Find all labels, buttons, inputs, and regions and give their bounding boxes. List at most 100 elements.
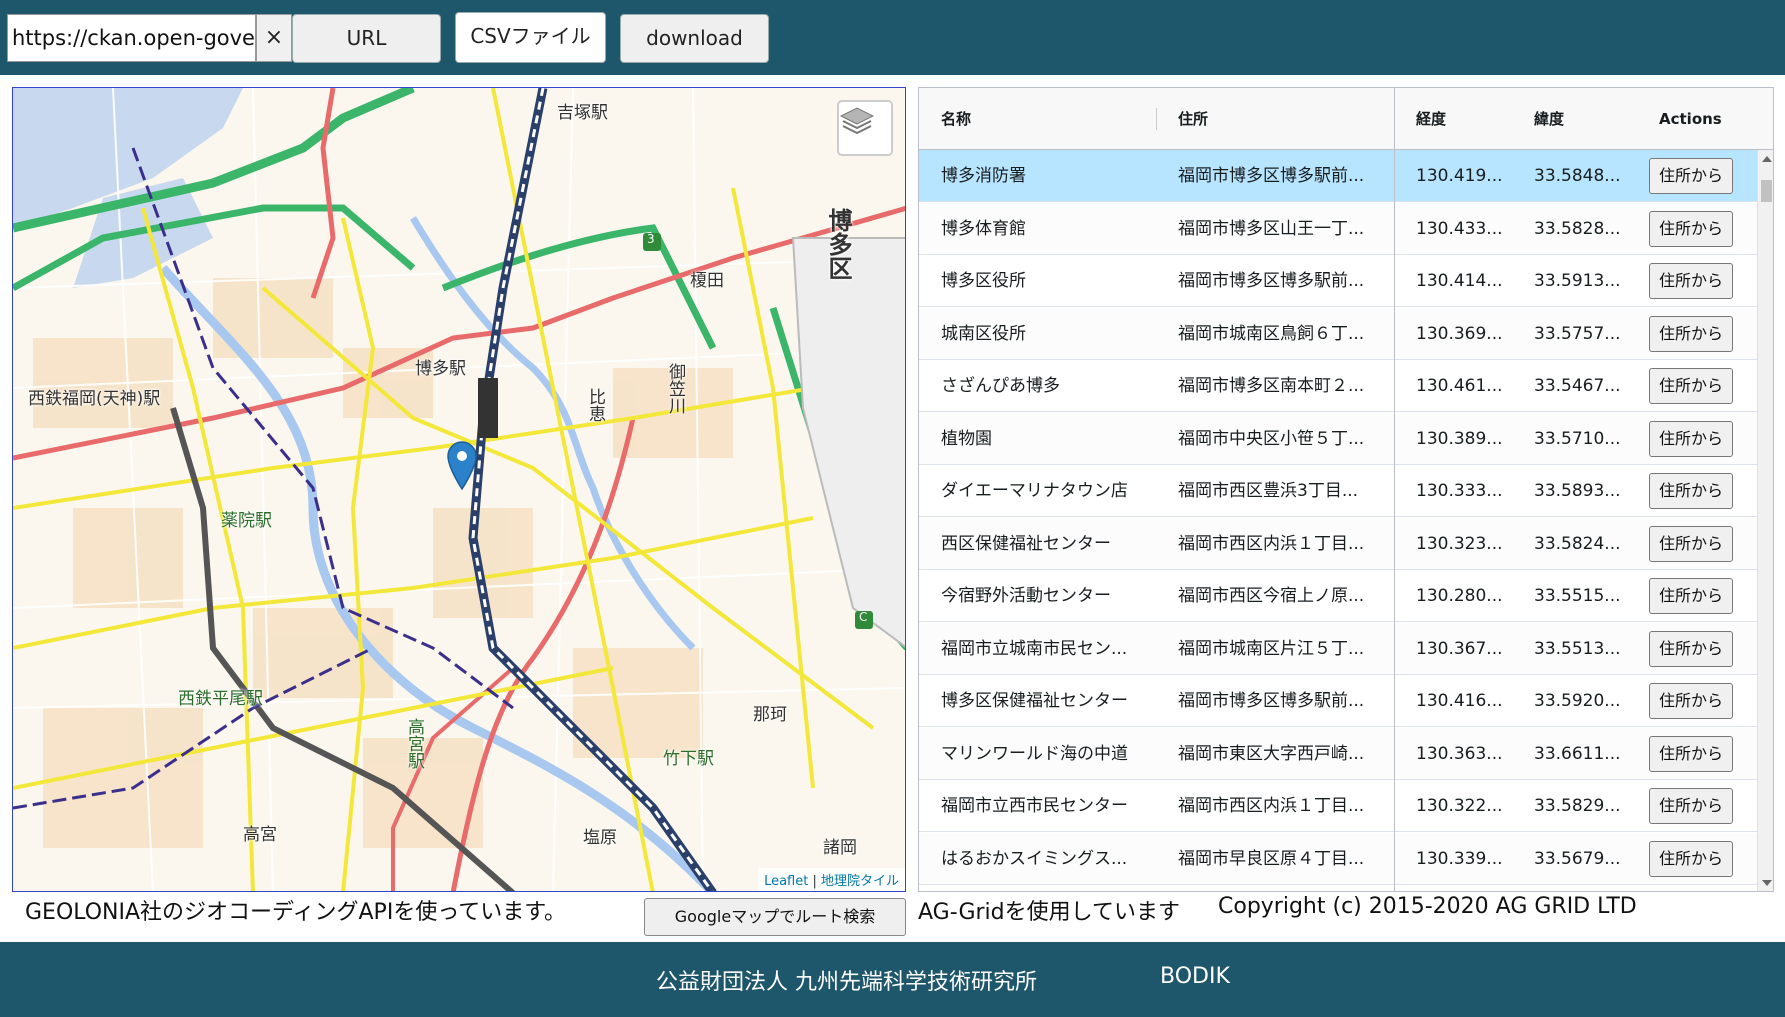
- cell-name[interactable]: 博多区保健福祉センター: [919, 675, 1156, 727]
- cell-latitude[interactable]: 33.5824...: [1512, 518, 1630, 570]
- google-route-button[interactable]: Googleマップでルート検索: [644, 898, 906, 936]
- geocode-from-address-button[interactable]: 住所から: [1649, 158, 1733, 194]
- cell-longitude[interactable]: 130.367...: [1394, 623, 1512, 675]
- cell-latitude[interactable]: 33.5710...: [1512, 413, 1630, 465]
- load-url-button[interactable]: URL: [292, 14, 441, 63]
- layers-control-button[interactable]: [837, 100, 893, 156]
- cell-address[interactable]: 福岡市西区今宿上ノ原...: [1156, 570, 1394, 622]
- table-row[interactable]: 植物園 福岡市中央区小笹５丁... 130.389... 33.5710... 住所から: [919, 412, 1757, 465]
- header-latitude[interactable]: 緯度: [1512, 88, 1630, 150]
- geocode-from-address-button[interactable]: 住所から: [1649, 735, 1733, 772]
- cell-name[interactable]: 博多体育館: [919, 203, 1156, 255]
- geocode-from-address-button[interactable]: 住所から: [1649, 788, 1733, 824]
- geocode-from-address-button[interactable]: 住所から: [1649, 840, 1733, 877]
- table-row[interactable]: 博多区保健福祉センター 福岡市博多区博多駅前... 130.416... 33.592…: [919, 675, 1757, 727]
- cell-address[interactable]: 福岡市中央区小笹５丁...: [1156, 413, 1394, 465]
- cell-longitude[interactable]: 130.323...: [1394, 518, 1512, 570]
- cell-address[interactable]: 福岡市東区大字西戸崎...: [1156, 728, 1394, 780]
- map-marker-icon[interactable]: [446, 440, 478, 490]
- cell-name[interactable]: マリンワールド海の中道: [919, 728, 1156, 780]
- geocode-from-address-button[interactable]: 住所から: [1649, 368, 1733, 404]
- geocode-from-address-button[interactable]: 住所から: [1649, 683, 1733, 719]
- cell-longitude[interactable]: 130.363...: [1394, 728, 1512, 780]
- cell-name[interactable]: 西区保健福祉センター: [919, 518, 1156, 570]
- table-row[interactable]: 福岡市立城南市民セン... 福岡市城南区片江５丁... 130.367... 33.5…: [919, 622, 1757, 675]
- table-row[interactable]: 西区保健福祉センター 福岡市西区内浜１丁目... 130.323... 33.5824…: [919, 517, 1757, 570]
- cell-address[interactable]: 福岡市博多区山王一丁...: [1156, 203, 1394, 255]
- cell-address[interactable]: 福岡市西区豊浜3丁目...: [1156, 465, 1394, 517]
- cell-latitude[interactable]: 33.5679...: [1512, 833, 1630, 885]
- grid-vertical-scrollbar[interactable]: [1757, 150, 1773, 891]
- cell-name[interactable]: 博多消防署: [919, 150, 1156, 202]
- cell-address[interactable]: 福岡市西区内浜１丁目...: [1156, 518, 1394, 570]
- cell-name[interactable]: はるおかスイミングス...: [919, 833, 1156, 885]
- cell-latitude[interactable]: 33.5467...: [1512, 360, 1630, 412]
- cell-latitude[interactable]: 33.5920...: [1512, 675, 1630, 727]
- table-row[interactable]: 博多体育館 福岡市博多区山王一丁... 130.433... 33.5828... 住所…: [919, 202, 1757, 255]
- geocode-from-address-button[interactable]: 住所から: [1649, 210, 1733, 247]
- scroll-down-icon[interactable]: [1762, 880, 1772, 886]
- table-row[interactable]: 今宿野外活動センター 福岡市西区今宿上ノ原... 130.280... 33.5515…: [919, 570, 1757, 622]
- cell-latitude[interactable]: 33.5513...: [1512, 623, 1630, 675]
- clear-url-button[interactable]: ×: [256, 14, 292, 62]
- table-row[interactable]: ダイエーマリナタウン店 福岡市西区豊浜3丁目... 130.333... 33.589…: [919, 465, 1757, 517]
- cell-longitude[interactable]: 130.280...: [1394, 570, 1512, 622]
- cell-latitude[interactable]: 33.6611...: [1512, 728, 1630, 780]
- cell-longitude[interactable]: 130.419...: [1394, 150, 1512, 202]
- cell-name[interactable]: 福岡市立西市民センター: [919, 780, 1156, 832]
- table-row[interactable]: 博多消防署 福岡市博多区博多駅前... 130.419... 33.5848... 住所…: [919, 150, 1757, 202]
- cell-longitude[interactable]: 130.339...: [1394, 833, 1512, 885]
- cell-name[interactable]: 今宿野外活動センター: [919, 570, 1156, 622]
- table-row[interactable]: 城南区役所 福岡市城南区鳥飼６丁... 130.369... 33.5757... 住所…: [919, 307, 1757, 360]
- cell-longitude[interactable]: 130.416...: [1394, 675, 1512, 727]
- cell-latitude[interactable]: 33.5913...: [1512, 255, 1630, 307]
- cell-name[interactable]: さざんぴあ博多: [919, 360, 1156, 412]
- geocode-from-address-button[interactable]: 住所から: [1649, 578, 1733, 614]
- download-button[interactable]: download: [620, 14, 769, 63]
- header-address[interactable]: 住所: [1156, 88, 1393, 150]
- cell-longitude[interactable]: 130.433...: [1394, 203, 1512, 255]
- csv-file-button[interactable]: CSVファイル: [455, 12, 606, 63]
- header-actions[interactable]: Actions: [1629, 88, 1757, 150]
- footer-bodik-link[interactable]: BODIK: [1160, 964, 1230, 989]
- cell-longitude[interactable]: 130.389...: [1394, 413, 1512, 465]
- geocode-from-address-button[interactable]: 住所から: [1649, 263, 1733, 299]
- cell-name[interactable]: 城南区役所: [919, 308, 1156, 360]
- cell-name[interactable]: ダイエーマリナタウン店: [919, 465, 1156, 517]
- geocode-from-address-button[interactable]: 住所から: [1649, 525, 1733, 562]
- geocode-from-address-button[interactable]: 住所から: [1649, 315, 1733, 352]
- table-row[interactable]: さざんぴあ博多 福岡市博多区南本町２... 130.461... 33.5467...…: [919, 360, 1757, 412]
- geocode-from-address-button[interactable]: 住所から: [1649, 630, 1733, 667]
- cell-address[interactable]: 福岡市博多区博多駅前...: [1156, 255, 1394, 307]
- cell-latitude[interactable]: 33.5893...: [1512, 465, 1630, 517]
- cell-latitude[interactable]: 33.5515...: [1512, 570, 1630, 622]
- cell-address[interactable]: 福岡市博多区博多駅前...: [1156, 150, 1394, 202]
- footer-org-link[interactable]: 公益財団法人 九州先端科学技術研究所: [656, 964, 1037, 996]
- cell-name[interactable]: 福岡市立城南市民セン...: [919, 623, 1156, 675]
- table-row[interactable]: 福岡市立西市民センター 福岡市西区内浜１丁目... 130.322... 33.582…: [919, 780, 1757, 832]
- header-longitude[interactable]: 経度: [1394, 88, 1512, 150]
- table-row[interactable]: 博多区役所 福岡市博多区博多駅前... 130.414... 33.5913... 住所…: [919, 255, 1757, 307]
- cell-address[interactable]: 福岡市博多区南本町２...: [1156, 360, 1394, 412]
- table-row[interactable]: マリンワールド海の中道 福岡市東区大字西戸崎... 130.363... 33.661…: [919, 727, 1757, 780]
- cell-longitude[interactable]: 130.461...: [1394, 360, 1512, 412]
- csv-url-input[interactable]: https://ckan.open-governme: [7, 14, 256, 62]
- cell-address[interactable]: 福岡市西区内浜１丁目...: [1156, 780, 1394, 832]
- gsi-tiles-link[interactable]: 地理院タイル: [821, 874, 899, 889]
- cell-longitude[interactable]: 130.414...: [1394, 255, 1512, 307]
- cell-address[interactable]: 福岡市城南区片江５丁...: [1156, 623, 1394, 675]
- table-row[interactable]: はるおかスイミングス... 福岡市早良区原４丁目... 130.339... 33.5…: [919, 832, 1757, 885]
- cell-name[interactable]: 植物園: [919, 413, 1156, 465]
- cell-latitude[interactable]: 33.5848...: [1512, 150, 1630, 202]
- cell-address[interactable]: 福岡市早良区原４丁目...: [1156, 833, 1394, 885]
- cell-longitude[interactable]: 130.369...: [1394, 308, 1512, 360]
- cell-longitude[interactable]: 130.333...: [1394, 465, 1512, 517]
- geocode-from-address-button[interactable]: 住所から: [1649, 473, 1733, 509]
- scroll-thumb[interactable]: [1761, 180, 1772, 202]
- cell-address[interactable]: 福岡市城南区鳥飼６丁...: [1156, 308, 1394, 360]
- cell-latitude[interactable]: 33.5757...: [1512, 308, 1630, 360]
- cell-address[interactable]: 福岡市博多区博多駅前...: [1156, 675, 1394, 727]
- leaflet-link[interactable]: Leaflet: [764, 874, 808, 889]
- cell-name[interactable]: 博多区役所: [919, 255, 1156, 307]
- cell-latitude[interactable]: 33.5828...: [1512, 203, 1630, 255]
